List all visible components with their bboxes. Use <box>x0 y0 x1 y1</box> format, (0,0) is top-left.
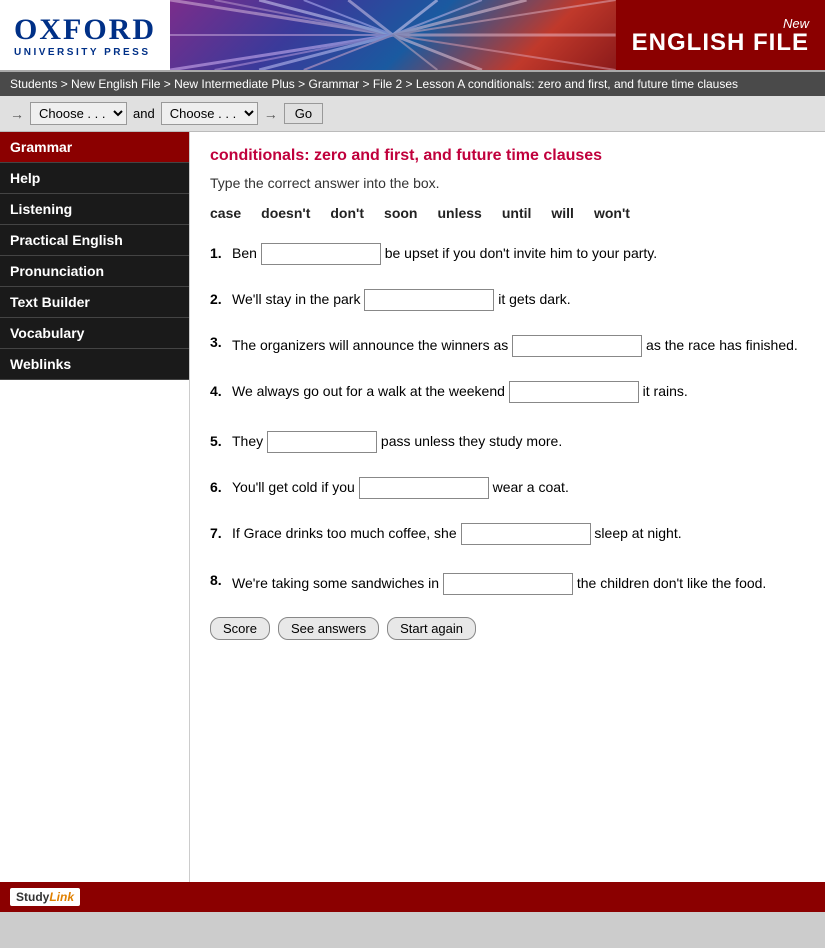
go-button[interactable]: Go <box>284 103 323 124</box>
press-text: UNIVERSITY PRESS <box>14 47 156 58</box>
sidebar-text-builder-label: Text Builder <box>10 294 90 310</box>
question-5: 5. They pass unless they study more. <box>210 427 805 455</box>
q3-input[interactable] <box>512 335 642 357</box>
breadcrumb: Students > New English File > New Interm… <box>0 72 825 96</box>
link-text: Link <box>49 890 74 904</box>
breadcrumb-text: Students > New English File > New Interm… <box>10 77 738 91</box>
word-unless: unless <box>437 205 481 221</box>
main-layout: Grammar Help Listening Practical English… <box>0 132 825 882</box>
q1-num: 1. <box>210 245 232 261</box>
instructions: Type the correct answer into the box. <box>210 175 805 191</box>
q4-text: We always go out for a walk at the weeke… <box>232 377 688 405</box>
q4-input[interactable] <box>509 381 639 403</box>
nav-choose-1[interactable]: Choose . . . <box>30 102 127 125</box>
question-8: 8. We're taking some sandwiches in the c… <box>210 569 805 597</box>
action-buttons: Score See answers Start again <box>210 617 805 640</box>
nav-bar: → Choose . . . and Choose . . . → Go <box>0 96 825 132</box>
sidebar-pronunciation-label: Pronunciation <box>10 263 104 279</box>
question-3: 3. The organizers will announce the winn… <box>210 331 805 359</box>
sidebar-item-vocabulary[interactable]: Vocabulary <box>0 318 189 349</box>
q4-num: 4. <box>210 383 232 399</box>
word-doesnt: doesn't <box>261 205 310 221</box>
word-soon: soon <box>384 205 417 221</box>
q7-num: 7. <box>210 525 232 541</box>
ef-title-text: ENGLISH FILE <box>632 31 809 55</box>
sidebar-vocabulary-label: Vocabulary <box>10 325 84 341</box>
sidebar-item-text-builder[interactable]: Text Builder <box>0 287 189 318</box>
sidebar-item-pronunciation[interactable]: Pronunciation <box>0 256 189 287</box>
study-link-badge: StudyLink <box>10 888 80 906</box>
sidebar-listening-label: Listening <box>10 201 72 217</box>
sidebar: Grammar Help Listening Practical English… <box>0 132 190 882</box>
word-dont: don't <box>330 205 364 221</box>
score-button[interactable]: Score <box>210 617 270 640</box>
content-area: conditionals: zero and first, and future… <box>190 132 825 882</box>
oxford-text: OXFORD <box>14 13 156 47</box>
question-1: 1. Ben be upset if you don't invite him … <box>210 239 805 267</box>
question-4: 4. We always go out for a walk at the we… <box>210 377 805 405</box>
nav-choose-2[interactable]: Choose . . . <box>161 102 258 125</box>
sidebar-practical-english-label: Practical English <box>10 232 123 248</box>
q1-input[interactable] <box>261 243 381 265</box>
nav-and: and <box>133 106 155 121</box>
q6-text: You'll get cold if you wear a coat. <box>232 473 569 501</box>
question-7: 7. If Grace drinks too much coffee, she … <box>210 519 805 547</box>
q2-input[interactable] <box>364 289 494 311</box>
sidebar-help-label: Help <box>10 170 40 186</box>
sidebar-item-practical-english[interactable]: Practical English <box>0 225 189 256</box>
ef-logo: New ENGLISH FILE <box>616 0 825 70</box>
word-case: case <box>210 205 241 221</box>
oxford-logo: OXFORD UNIVERSITY PRESS <box>0 0 170 70</box>
nav-arrow-left: → <box>10 106 24 122</box>
word-bank: case doesn't don't soon unless until wil… <box>210 205 805 221</box>
q8-num: 8. <box>210 569 232 588</box>
q7-input[interactable] <box>461 523 591 545</box>
page-header: OXFORD UNIVERSITY PRESS New ENGLISH <box>0 0 825 72</box>
q2-num: 2. <box>210 291 232 307</box>
exercise-title: conditionals: zero and first, and future… <box>210 147 805 165</box>
word-wont: won't <box>594 205 630 221</box>
sidebar-item-listening[interactable]: Listening <box>0 194 189 225</box>
sidebar-item-help[interactable]: Help <box>0 163 189 194</box>
question-2: 2. We'll stay in the park it gets dark. <box>210 285 805 313</box>
sidebar-grammar-label: Grammar <box>10 139 72 155</box>
header-graphic <box>170 0 616 70</box>
sidebar-weblinks-label: Weblinks <box>10 356 71 372</box>
sidebar-item-grammar[interactable]: Grammar <box>0 132 189 163</box>
q8-input[interactable] <box>443 573 573 595</box>
q6-input[interactable] <box>359 477 489 499</box>
q3-text: The organizers will announce the winners… <box>232 331 798 359</box>
nav-arrow-right: → <box>264 106 278 122</box>
q1-text: Ben be upset if you don't invite him to … <box>232 239 657 267</box>
see-answers-button[interactable]: See answers <box>278 617 379 640</box>
q5-num: 5. <box>210 433 232 449</box>
start-again-button[interactable]: Start again <box>387 617 476 640</box>
study-text: Study <box>16 890 49 904</box>
sidebar-item-weblinks[interactable]: Weblinks <box>0 349 189 380</box>
q2-text: We'll stay in the park it gets dark. <box>232 285 571 313</box>
word-until: until <box>502 205 532 221</box>
q7-text: If Grace drinks too much coffee, she sle… <box>232 519 682 547</box>
q3-num: 3. <box>210 331 232 350</box>
question-6: 6. You'll get cold if you wear a coat. <box>210 473 805 501</box>
footer: StudyLink <box>0 882 825 912</box>
q8-text: We're taking some sandwiches in the chil… <box>232 569 766 597</box>
word-will: will <box>551 205 574 221</box>
q6-num: 6. <box>210 479 232 495</box>
q5-input[interactable] <box>267 431 377 453</box>
q5-text: They pass unless they study more. <box>232 427 562 455</box>
